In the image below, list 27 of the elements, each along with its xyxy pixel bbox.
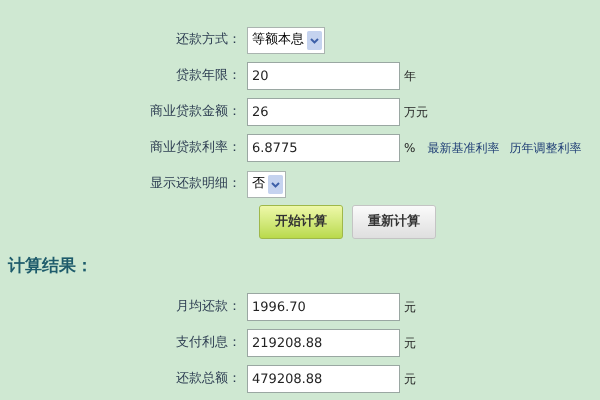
dropdown[interactable]: 否: [247, 170, 286, 198]
input-field[interactable]: 26: [247, 98, 400, 126]
unit-label: 万元: [404, 104, 428, 121]
reset-button[interactable]: 重新计算: [352, 205, 436, 239]
field-label: 还款总额：: [175, 370, 242, 388]
input-field[interactable]: 219208.88: [247, 329, 400, 357]
dropdown[interactable]: 等额本息: [247, 26, 325, 54]
field-label: 商业贷款金额：: [149, 103, 242, 122]
input-field[interactable]: 6.8775: [247, 134, 400, 162]
field-label: 还款方式：: [175, 31, 242, 50]
input-field[interactable]: 1996.70: [247, 293, 400, 321]
field-label: 月均还款：: [175, 298, 242, 316]
field-label: 商业贷款利率：: [149, 139, 242, 158]
calculate-button[interactable]: 开始计算: [259, 205, 343, 239]
rate-link[interactable]: 最新基准利率: [427, 139, 500, 157]
input-field[interactable]: 479208.88: [247, 365, 400, 393]
unit-label: 元: [404, 371, 416, 388]
unit-label: 年: [404, 68, 416, 85]
input-field[interactable]: 20: [247, 62, 400, 90]
unit-label: 元: [404, 335, 416, 352]
field-label: 显示还款明细：: [149, 175, 242, 194]
field-label: 支付利息：: [175, 334, 242, 352]
unit-label: 元: [404, 299, 416, 316]
unit-label: %: [404, 140, 416, 157]
field-label: 贷款年限：: [175, 67, 242, 86]
rate-link[interactable]: 历年调整利率: [509, 139, 582, 157]
section-heading: 计算结果：: [8, 255, 94, 278]
